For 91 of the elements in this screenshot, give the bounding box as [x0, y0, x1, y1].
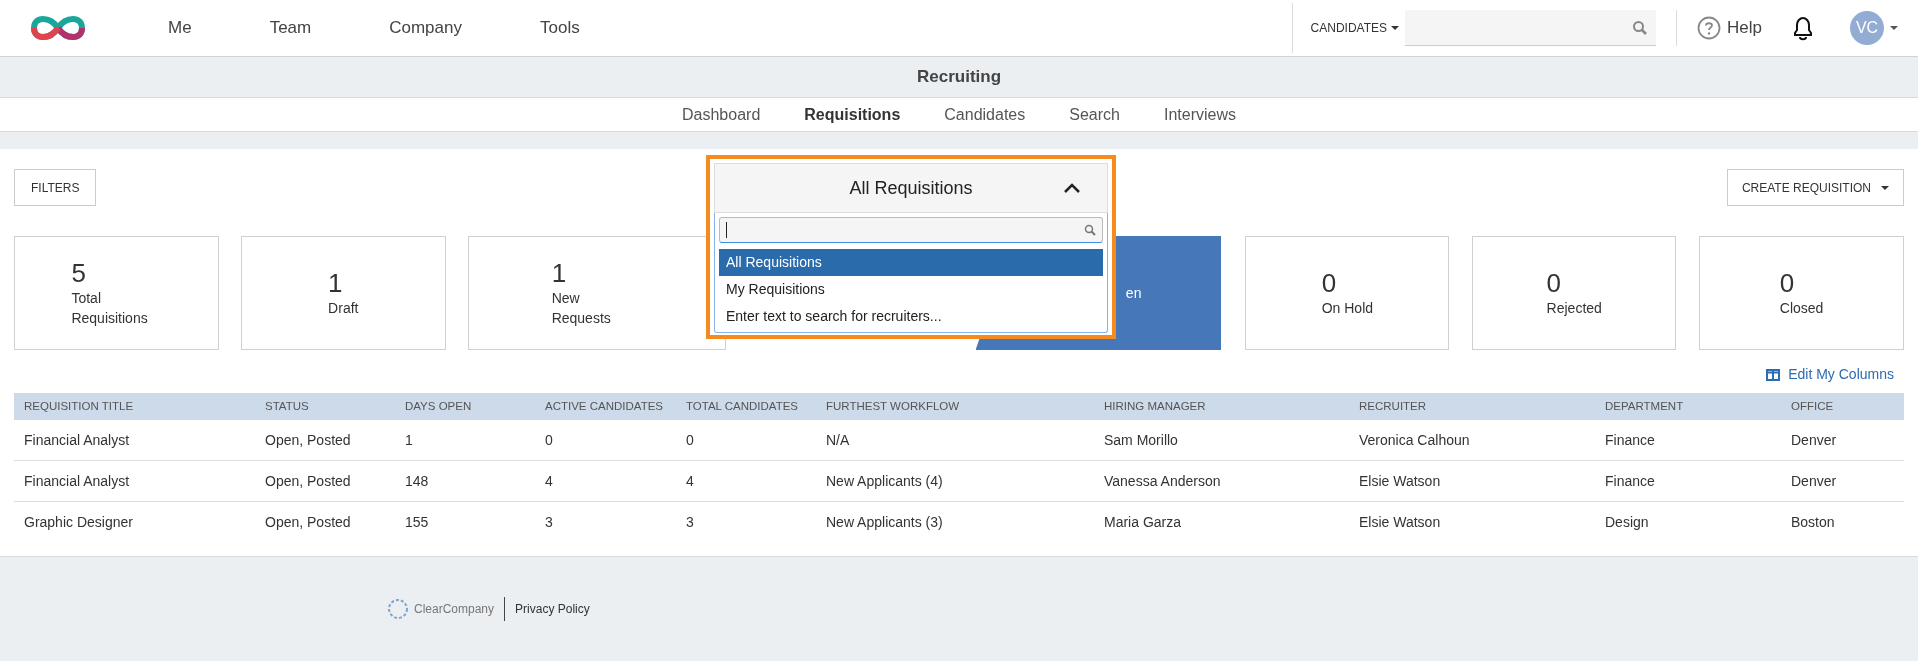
nav-link[interactable]: Me — [168, 15, 192, 41]
caret-icon — [1881, 185, 1889, 190]
column-header[interactable]: STATUS — [265, 397, 405, 416]
table-cell-text: 4 — [545, 471, 554, 491]
table-cell-text: New Applicants (3) — [826, 513, 944, 532]
table-cell-text: Denver — [1791, 430, 1838, 450]
section-title: Recruiting — [916, 66, 1002, 89]
help-button[interactable]: Help — [1697, 15, 1762, 41]
stat-label: Draft — [328, 299, 359, 318]
column-header[interactable]: DAYS OPEN — [405, 397, 545, 416]
sub-tab[interactable]: Requisitions — [804, 102, 901, 127]
filters-button[interactable]: FILTERS — [14, 169, 97, 206]
column-header[interactable]: REQUISITION TITLE — [24, 397, 265, 416]
caret-icon — [1391, 26, 1400, 30]
table-cell-text: 3 — [686, 513, 695, 532]
bell-icon[interactable] — [1792, 15, 1814, 41]
requisition-filter-dropdown[interactable]: All Requisitions All Requisitions My Requisitions Enter text to search for recruiters... — [706, 155, 1116, 339]
table-cell-text: Financial Analyst — [24, 471, 131, 491]
table-cell-text: 3 — [545, 513, 554, 532]
nav-link[interactable]: Tools — [539, 15, 580, 41]
column-header[interactable]: DEPARTMENT — [1605, 397, 1791, 416]
brand-logo-icon — [386, 597, 410, 621]
table-cell-text: Finance — [1605, 430, 1656, 450]
table-cell-text: 155 — [405, 513, 430, 532]
table-cell-text: Vanessa Anderson — [1104, 471, 1222, 491]
caret-icon — [1890, 26, 1898, 30]
privacy-policy-link[interactable]: Privacy Policy — [515, 600, 590, 618]
table-cell-text: 148 — [405, 471, 430, 491]
table-cell-text: Open, Posted — [265, 513, 352, 532]
stat-count: 1 — [551, 258, 568, 288]
table-cell-text: 0 — [545, 430, 554, 450]
sub-tab[interactable]: Dashboard — [682, 102, 761, 127]
table-cell-text: 0 — [686, 430, 695, 450]
stat-label: New Requests — [551, 289, 612, 328]
table-cell-text: New Applicants (4) — [826, 471, 944, 491]
stat-count: 0 — [1779, 268, 1796, 298]
table-cell-text: 4 — [686, 471, 695, 491]
nav-link[interactable]: Team — [269, 15, 312, 41]
column-header[interactable]: FURTHEST WORKFLOW — [826, 397, 1104, 416]
stat-card[interactable]: 5 Total Requisitions — [14, 236, 219, 350]
stat-card[interactable]: 0 Rejected — [1472, 236, 1677, 350]
search-field[interactable] — [1405, 10, 1657, 46]
search-icon — [1084, 224, 1096, 236]
table-cell-text: Maria Garza — [1104, 513, 1183, 532]
stat-label: On Hold — [1321, 299, 1374, 318]
table-cell-text: Open, Posted — [265, 471, 352, 491]
sub-tab[interactable]: Candidates — [944, 102, 1026, 127]
table-cell-text: Graphic Designer — [24, 513, 134, 532]
column-header[interactable]: RECRUITER — [1359, 397, 1605, 416]
columns-icon — [1766, 368, 1781, 381]
table-cell-text: Elsie Watson — [1359, 513, 1442, 532]
table-cell-text: Open, Posted — [265, 430, 352, 450]
table-cell-text: Financial Analyst — [24, 430, 131, 450]
stat-count: 0 — [1321, 268, 1338, 298]
stat-label: en — [1125, 284, 1142, 303]
filter-select[interactable]: All Requisitions — [714, 163, 1108, 213]
table-cell-text: N/A — [826, 430, 851, 450]
search-icon — [1632, 19, 1649, 36]
table-cell-text: Finance — [1605, 471, 1656, 491]
help-icon — [1697, 16, 1722, 40]
stat-card[interactable]: 1 Draft — [240, 236, 446, 350]
stat-count: 5 — [71, 258, 87, 288]
edit-columns-link[interactable]: Edit My Columns — [1766, 364, 1894, 385]
stat-label: Total Requisitions — [71, 289, 149, 328]
table-cell-text: Design — [1605, 513, 1650, 532]
column-header[interactable]: ACTIVE CANDIDATES — [545, 397, 686, 416]
sub-tab[interactable]: Interviews — [1163, 102, 1236, 127]
stat-count: 1 — [328, 268, 344, 298]
column-header[interactable]: OFFICE — [1791, 397, 1894, 416]
stat-label: Rejected — [1546, 299, 1602, 318]
table-cell-text: Elsie Watson — [1359, 471, 1442, 491]
stat-label: Closed — [1779, 299, 1824, 318]
avatar: VC — [1850, 11, 1884, 45]
nav-link[interactable]: Company — [389, 15, 462, 41]
stat-card[interactable]: 0 On Hold — [1245, 236, 1450, 350]
table-cell-text: 1 — [405, 430, 414, 450]
table-cell-text: Veronica Calhoun — [1359, 430, 1471, 450]
column-header[interactable]: TOTAL CANDIDATES — [686, 397, 826, 416]
table-cell-text: Denver — [1791, 471, 1838, 491]
column-header[interactable]: HIRING MANAGER — [1104, 397, 1359, 416]
filter-option[interactable]: All Requisitions — [719, 249, 1103, 276]
stat-card[interactable]: 0 Closed — [1699, 236, 1904, 350]
search-scope-dropdown[interactable]: CANDIDATES — [1310, 19, 1400, 37]
create-requisition-button[interactable]: CREATE REQUISITION — [1726, 169, 1904, 206]
table-cell-text: Boston — [1791, 513, 1836, 532]
stat-count: 0 — [1546, 268, 1563, 298]
filter-search-field[interactable] — [719, 217, 1103, 243]
text-cursor — [726, 222, 727, 238]
brand-name: ClearCompany — [414, 601, 495, 618]
sub-tab[interactable]: Search — [1069, 102, 1120, 127]
table-cell-text: Sam Morillo — [1104, 430, 1179, 450]
